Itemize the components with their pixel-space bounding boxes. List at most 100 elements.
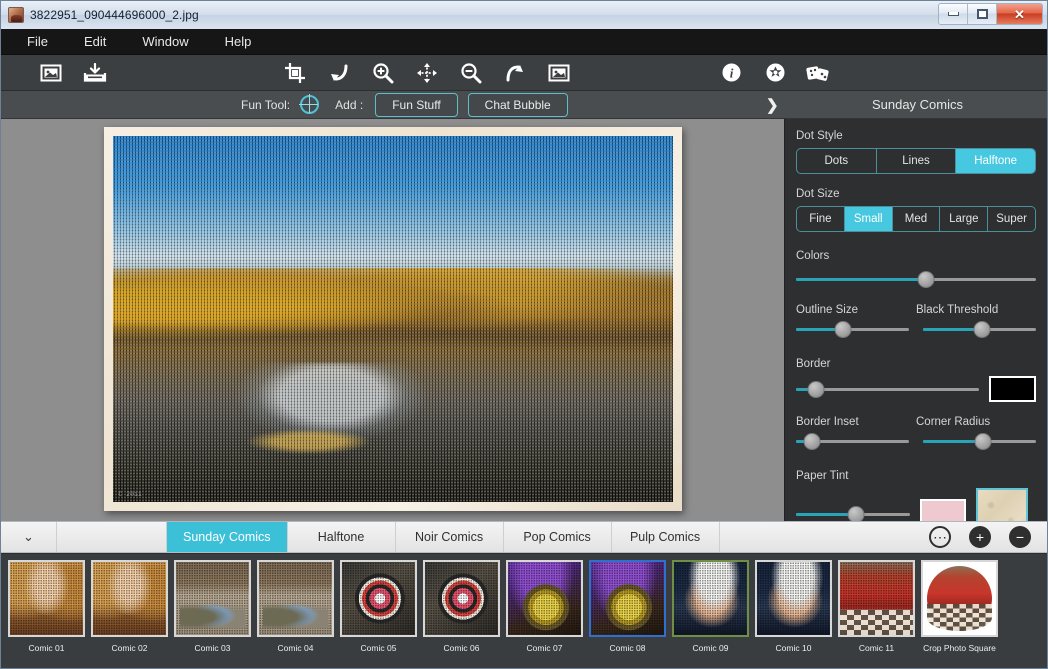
fun-stuff-button[interactable]: Fun Stuff xyxy=(375,92,458,117)
slider-knob[interactable] xyxy=(847,505,865,521)
dot-size-option-small[interactable]: Small xyxy=(844,207,893,231)
menu-item-window[interactable]: Window xyxy=(130,31,200,52)
slider-knob[interactable] xyxy=(834,320,852,338)
tab-halftone[interactable]: Halftone xyxy=(288,522,396,552)
dot-size-option-fine[interactable]: Fine xyxy=(797,207,845,231)
border-inset-label: Border Inset xyxy=(796,416,859,428)
menu-item-file[interactable]: File xyxy=(15,31,60,52)
zoom-in-button[interactable] xyxy=(361,56,405,90)
paper-tint-swatch[interactable] xyxy=(920,499,966,521)
preset-thumbnail[interactable]: Crop Photo Square xyxy=(919,560,1000,654)
preset-thumb-image xyxy=(8,560,85,637)
redo-button[interactable] xyxy=(493,56,537,90)
zoom-out-button[interactable] xyxy=(449,56,493,90)
crop-icon xyxy=(284,62,306,84)
minimize-icon xyxy=(947,12,959,16)
dot-style-option-halftone[interactable]: Halftone xyxy=(956,149,1035,173)
preset-tab-bar: ⌄ Sunday Comics Halftone Noir Comics Pop… xyxy=(1,521,1047,553)
preset-thumb-image xyxy=(755,560,832,637)
preset-thumb-label: Comic 03 xyxy=(194,643,231,653)
zoom-in-icon xyxy=(372,62,394,84)
randomize-icon[interactable]: ⋯ xyxy=(929,526,951,548)
effect-settings-panel: Dot Style Dots Lines Halftone Dot Size F… xyxy=(784,119,1047,521)
canvas-area[interactable]: C 2011 xyxy=(1,119,784,521)
border-slider[interactable] xyxy=(796,378,979,400)
preset-thumbnail[interactable]: Comic 05 xyxy=(338,560,419,654)
maximize-button[interactable] xyxy=(968,4,997,24)
chevron-right-icon[interactable]: ❯ xyxy=(766,96,779,114)
preset-thumb-label: Comic 02 xyxy=(111,643,148,653)
outline-size-slider[interactable] xyxy=(796,318,909,340)
preset-thumb-image xyxy=(589,560,666,637)
border-color-swatch[interactable] xyxy=(989,376,1036,402)
preset-thumbnail[interactable]: Comic 11 xyxy=(836,560,917,654)
tab-noir-comics[interactable]: Noir Comics xyxy=(396,522,504,552)
preset-thumb-label: Comic 09 xyxy=(692,643,729,653)
remove-preset-icon[interactable]: − xyxy=(1009,526,1031,548)
preset-thumb-label: Comic 04 xyxy=(277,643,314,653)
preset-thumbnail[interactable]: Comic 04 xyxy=(255,560,336,654)
preset-thumbnail[interactable]: Comic 08 xyxy=(587,560,668,654)
halftone-overlay-light xyxy=(112,136,673,502)
preset-thumb-label: Crop Photo Square xyxy=(923,643,996,653)
undo-button[interactable] xyxy=(317,56,361,90)
preset-thumbnail[interactable]: Comic 03 xyxy=(172,560,253,654)
settings-button[interactable] xyxy=(753,56,797,90)
menu-item-edit[interactable]: Edit xyxy=(72,31,118,52)
paper-texture-swatch[interactable] xyxy=(976,488,1028,521)
dot-size-option-med[interactable]: Med xyxy=(893,207,941,231)
minimize-button[interactable] xyxy=(939,4,968,24)
preset-thumbnail[interactable]: Comic 01 xyxy=(6,560,87,654)
colors-slider[interactable] xyxy=(796,268,1036,290)
dot-style-option-lines[interactable]: Lines xyxy=(877,149,957,173)
open-image-button[interactable] xyxy=(29,56,73,90)
corner-radius-slider[interactable] xyxy=(923,430,1036,452)
preset-thumbnail[interactable]: Comic 02 xyxy=(89,560,170,654)
preset-thumb-label: Comic 11 xyxy=(858,643,895,653)
black-threshold-slider[interactable] xyxy=(923,318,1036,340)
menu-item-help[interactable]: Help xyxy=(213,31,264,52)
preset-filmstrip[interactable]: Comic 01 Comic 02 Comic 03 Comic 04 Comi… xyxy=(1,553,1047,668)
slider-knob[interactable] xyxy=(807,380,825,398)
title-bar: 3822951_090444696000_2.jpg ✕ xyxy=(1,1,1047,29)
slider-knob[interactable] xyxy=(917,270,935,288)
tab-pop-comics[interactable]: Pop Comics xyxy=(504,522,612,552)
zoom-out-icon xyxy=(460,62,482,84)
dot-style-option-dots[interactable]: Dots xyxy=(797,149,877,173)
dot-size-option-large[interactable]: Large xyxy=(940,207,989,231)
undo-icon xyxy=(328,63,350,83)
tab-sunday-comics[interactable]: Sunday Comics xyxy=(167,522,288,552)
paper-tint-slider[interactable] xyxy=(796,503,910,521)
slider-fill xyxy=(796,277,926,281)
effects-button[interactable] xyxy=(797,56,841,90)
dot-size-label: Dot Size xyxy=(796,188,840,200)
slider-knob[interactable] xyxy=(803,432,821,450)
edited-photo[interactable]: C 2011 xyxy=(112,136,673,502)
preset-thumb-image xyxy=(672,560,749,637)
add-preset-icon[interactable]: + xyxy=(969,526,991,548)
preset-thumbnail[interactable]: Comic 09 xyxy=(670,560,751,654)
preset-thumbnail[interactable]: Comic 07 xyxy=(504,560,585,654)
dot-size-option-super[interactable]: Super xyxy=(988,207,1035,231)
info-button[interactable]: i xyxy=(709,56,753,90)
crop-button[interactable] xyxy=(273,56,317,90)
tab-pulp-comics[interactable]: Pulp Comics xyxy=(612,522,720,552)
target-ring-icon[interactable] xyxy=(299,94,320,114)
chat-bubble-button[interactable]: Chat Bubble xyxy=(467,92,568,117)
chevron-down-icon[interactable]: ⌄ xyxy=(1,522,57,552)
fun-tool-label: Fun Tool: xyxy=(241,97,291,112)
preset-thumb-label: Comic 06 xyxy=(443,643,480,653)
border-label: Border xyxy=(796,358,831,370)
preset-thumbnail[interactable]: Comic 10 xyxy=(753,560,834,654)
slider-knob[interactable] xyxy=(974,432,992,450)
close-button[interactable]: ✕ xyxy=(997,4,1042,24)
fit-image-button[interactable] xyxy=(537,56,581,90)
preset-thumbnail[interactable]: Comic 06 xyxy=(421,560,502,654)
corner-radius-label: Corner Radius xyxy=(916,416,991,428)
move-button[interactable] xyxy=(405,56,449,90)
maximize-icon xyxy=(976,9,988,19)
save-image-button[interactable] xyxy=(73,56,117,90)
slider-knob[interactable] xyxy=(973,320,991,338)
paper-tint-label: Paper Tint xyxy=(796,470,849,482)
border-inset-slider[interactable] xyxy=(796,430,909,452)
